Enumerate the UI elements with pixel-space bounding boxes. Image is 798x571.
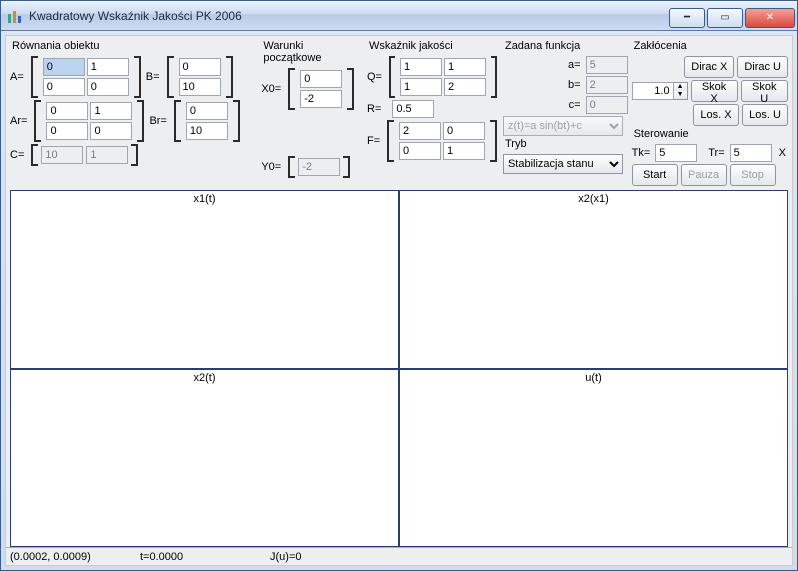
label-A: A= [10, 71, 24, 83]
app-icon [7, 8, 23, 24]
input-Y0 [298, 158, 340, 176]
group-wskaznik: Wskaźnik jakości Q= R= [367, 40, 499, 188]
input-Ar-10[interactable] [46, 122, 88, 140]
label-wskaznik: Wskaźnik jakości [367, 40, 499, 54]
input-Q-00[interactable] [400, 58, 442, 76]
minimize-button[interactable]: ━ [669, 8, 705, 28]
client-area: Równania obiektu A= B= [5, 35, 793, 566]
label-Tk: Tk= [632, 147, 651, 159]
btn-skok-u[interactable]: Skok U [741, 80, 788, 102]
window-title: Kwadratowy Wskaźnik Jakości PK 2006 [29, 9, 242, 23]
controls-panel: Równania obiektu A= B= [6, 36, 792, 190]
label-sterowanie: Sterowanie [632, 128, 788, 142]
plot-ut: u(t) [399, 369, 788, 548]
label-warunki: Warunki początkowe [261, 40, 363, 66]
label-F: F= [367, 135, 380, 147]
label-Tr: Tr= [708, 147, 724, 159]
label-Br: Br= [149, 115, 166, 127]
status-bar: (0.0002, 0.0009) t=0.0000 J(u)=0 [6, 547, 792, 565]
input-F-00[interactable] [399, 122, 441, 140]
app-window: Kwadratowy Wskaźnik Jakości PK 2006 ━ ▭ … [0, 0, 798, 571]
btn-start[interactable]: Start [632, 164, 678, 186]
input-b [586, 76, 628, 94]
btn-los-u[interactable]: Los. U [742, 104, 788, 126]
input-B-1[interactable] [179, 78, 221, 96]
input-A-10[interactable] [43, 78, 85, 96]
label-Ar: Ar= [10, 115, 27, 127]
label-tryb: Tryb [503, 138, 628, 152]
btn-dirac-x[interactable]: Dirac X [684, 56, 734, 78]
status-J: J(u)=0 [270, 551, 400, 563]
label-zaklocenia: Zakłócenia [632, 40, 788, 54]
titlebar: Kwadratowy Wskaźnik Jakości PK 2006 ━ ▭ … [1, 1, 797, 31]
label-C: C= [10, 149, 24, 161]
input-Br-0[interactable] [186, 102, 228, 120]
group-zadana: Zadana funkcja a= b= c= z(t)=a sin(bt)+c [503, 40, 628, 188]
input-C-0 [41, 146, 83, 164]
spin-skok-value[interactable]: ▲▼ [632, 82, 688, 100]
label-c: c= [569, 99, 581, 111]
input-X0-1[interactable] [300, 90, 342, 108]
input-Q-11[interactable] [444, 78, 486, 96]
spin-up[interactable]: ▲ [674, 83, 687, 91]
input-X0-0[interactable] [300, 70, 342, 88]
btn-los-x[interactable]: Los. X [693, 104, 739, 126]
plot-x2t: x2(t) [10, 369, 399, 548]
plot-x2x1: x2(x1) [399, 190, 788, 369]
input-Ar-01[interactable] [90, 102, 132, 120]
input-F-10[interactable] [399, 142, 441, 160]
group-right: Zakłócenia Dirac X Dirac U ▲▼ Skok X Sko… [632, 40, 788, 188]
input-c [586, 96, 628, 114]
plot-title-x2x1: x2(x1) [400, 193, 787, 205]
btn-skok-x[interactable]: Skok X [691, 80, 738, 102]
input-A-01[interactable] [87, 58, 129, 76]
input-Br-1[interactable] [186, 122, 228, 140]
input-A-11[interactable] [87, 78, 129, 96]
plot-title-x2t: x2(t) [11, 372, 398, 384]
label-rownania: Równania obiektu [10, 40, 257, 54]
select-formula: z(t)=a sin(bt)+c [503, 116, 623, 136]
label-R: R= [367, 103, 381, 115]
plot-x1t: x1(t) [10, 190, 399, 369]
status-coords: (0.0002, 0.0009) [10, 551, 140, 563]
input-F-01[interactable] [443, 122, 485, 140]
spin-down[interactable]: ▼ [674, 91, 687, 99]
label-Q: Q= [367, 71, 382, 83]
input-Tk[interactable] [655, 144, 697, 162]
input-R[interactable] [392, 100, 434, 118]
plot-title-x1t: x1(t) [11, 193, 398, 205]
btn-dirac-u[interactable]: Dirac U [737, 56, 788, 78]
status-t: t=0.0000 [140, 551, 270, 563]
group-warunki: Warunki początkowe X0= Y0= [261, 40, 363, 188]
input-C-1 [86, 146, 128, 164]
label-a: a= [568, 59, 581, 71]
label-Y0: Y0= [261, 161, 281, 173]
close-button[interactable]: ✕ [745, 8, 795, 28]
input-A-00[interactable] [43, 58, 85, 76]
group-rownania: Równania obiektu A= B= [10, 40, 257, 188]
input-Q-01[interactable] [444, 58, 486, 76]
label-B: B= [146, 71, 160, 83]
label-X0: X0= [261, 83, 281, 95]
input-F-11[interactable] [443, 142, 485, 160]
label-b: b= [568, 79, 581, 91]
input-a [586, 56, 628, 74]
input-Q-10[interactable] [400, 78, 442, 96]
window-buttons: ━ ▭ ✕ [669, 4, 797, 28]
input-B-0[interactable] [179, 58, 221, 76]
label-X: X [779, 147, 786, 159]
btn-pauza: Pauza [681, 164, 727, 186]
input-Tr[interactable] [730, 144, 772, 162]
maximize-button[interactable]: ▭ [707, 8, 743, 28]
select-tryb[interactable]: Stabilizacja stanu [503, 154, 623, 174]
input-Ar-11[interactable] [90, 122, 132, 140]
plot-title-ut: u(t) [400, 372, 787, 384]
input-skok-value[interactable] [632, 82, 674, 100]
btn-stop: Stop [730, 164, 776, 186]
label-zadana: Zadana funkcja [503, 40, 628, 54]
plot-grid: x1(t) x2(x1) x2(t) u(t) [10, 190, 788, 547]
input-Ar-00[interactable] [46, 102, 88, 120]
